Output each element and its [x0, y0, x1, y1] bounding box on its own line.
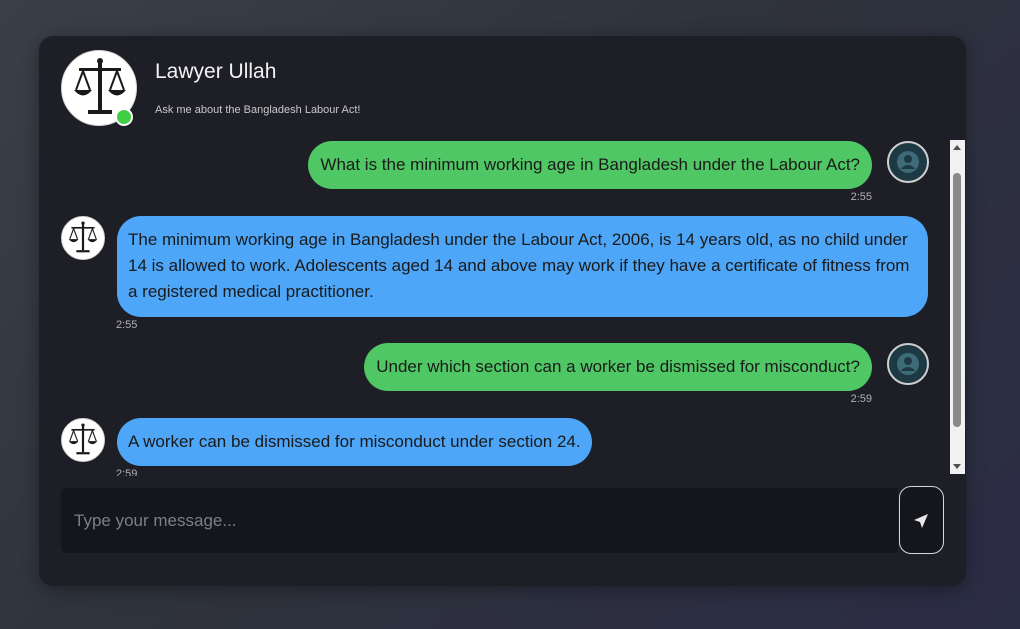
user-message-bubble: What is the minimum working age in Bangl… — [308, 141, 872, 189]
online-status-indicator — [115, 108, 133, 126]
message-timestamp: 2:59 — [850, 393, 872, 405]
scales-of-justice-icon — [68, 221, 98, 253]
chat-window: Lawyer Ullah Ask me about the Bangladesh… — [39, 36, 966, 586]
user-avatar — [887, 141, 929, 183]
chat-title: Lawyer Ullah — [155, 60, 277, 83]
message-row-bot: The minimum working age in Bangladesh un… — [61, 216, 929, 336]
message-input-container — [61, 488, 898, 553]
scroll-up-arrow-icon[interactable] — [953, 145, 961, 150]
user-silhouette-icon — [897, 353, 919, 375]
message-row-bot: A worker can be dismissed for misconduct… — [61, 418, 929, 476]
message-row-user: Under which section can a worker be dism… — [61, 342, 929, 405]
bot-message-bubble: A worker can be dismissed for misconduct… — [117, 418, 592, 466]
user-avatar — [887, 343, 929, 385]
message-timestamp: 2:55 — [116, 319, 138, 331]
message-list[interactable]: What is the minimum working age in Bangl… — [61, 140, 929, 476]
bot-avatar — [61, 216, 105, 260]
bot-message-bubble: The minimum working age in Bangladesh un… — [117, 216, 928, 317]
send-button[interactable] — [899, 486, 944, 554]
chat-header: Lawyer Ullah Ask me about the Bangladesh… — [61, 50, 761, 130]
send-arrow-icon — [914, 514, 928, 528]
scroll-down-arrow-icon[interactable] — [953, 464, 961, 469]
message-list-scrollbar[interactable] — [950, 140, 965, 474]
scrollbar-thumb[interactable] — [953, 173, 961, 427]
message-timestamp: 2:55 — [850, 191, 872, 203]
scales-of-justice-icon — [68, 423, 98, 455]
user-message-bubble: Under which section can a worker be dism… — [364, 343, 872, 391]
message-row-user: What is the minimum working age in Bangl… — [61, 140, 929, 203]
message-timestamp: 2:59 — [116, 468, 138, 476]
message-input[interactable] — [61, 488, 891, 553]
bot-avatar — [61, 50, 137, 126]
bot-avatar — [61, 418, 105, 462]
chat-subtitle: Ask me about the Bangladesh Labour Act! — [155, 104, 361, 116]
user-silhouette-icon — [897, 151, 919, 173]
